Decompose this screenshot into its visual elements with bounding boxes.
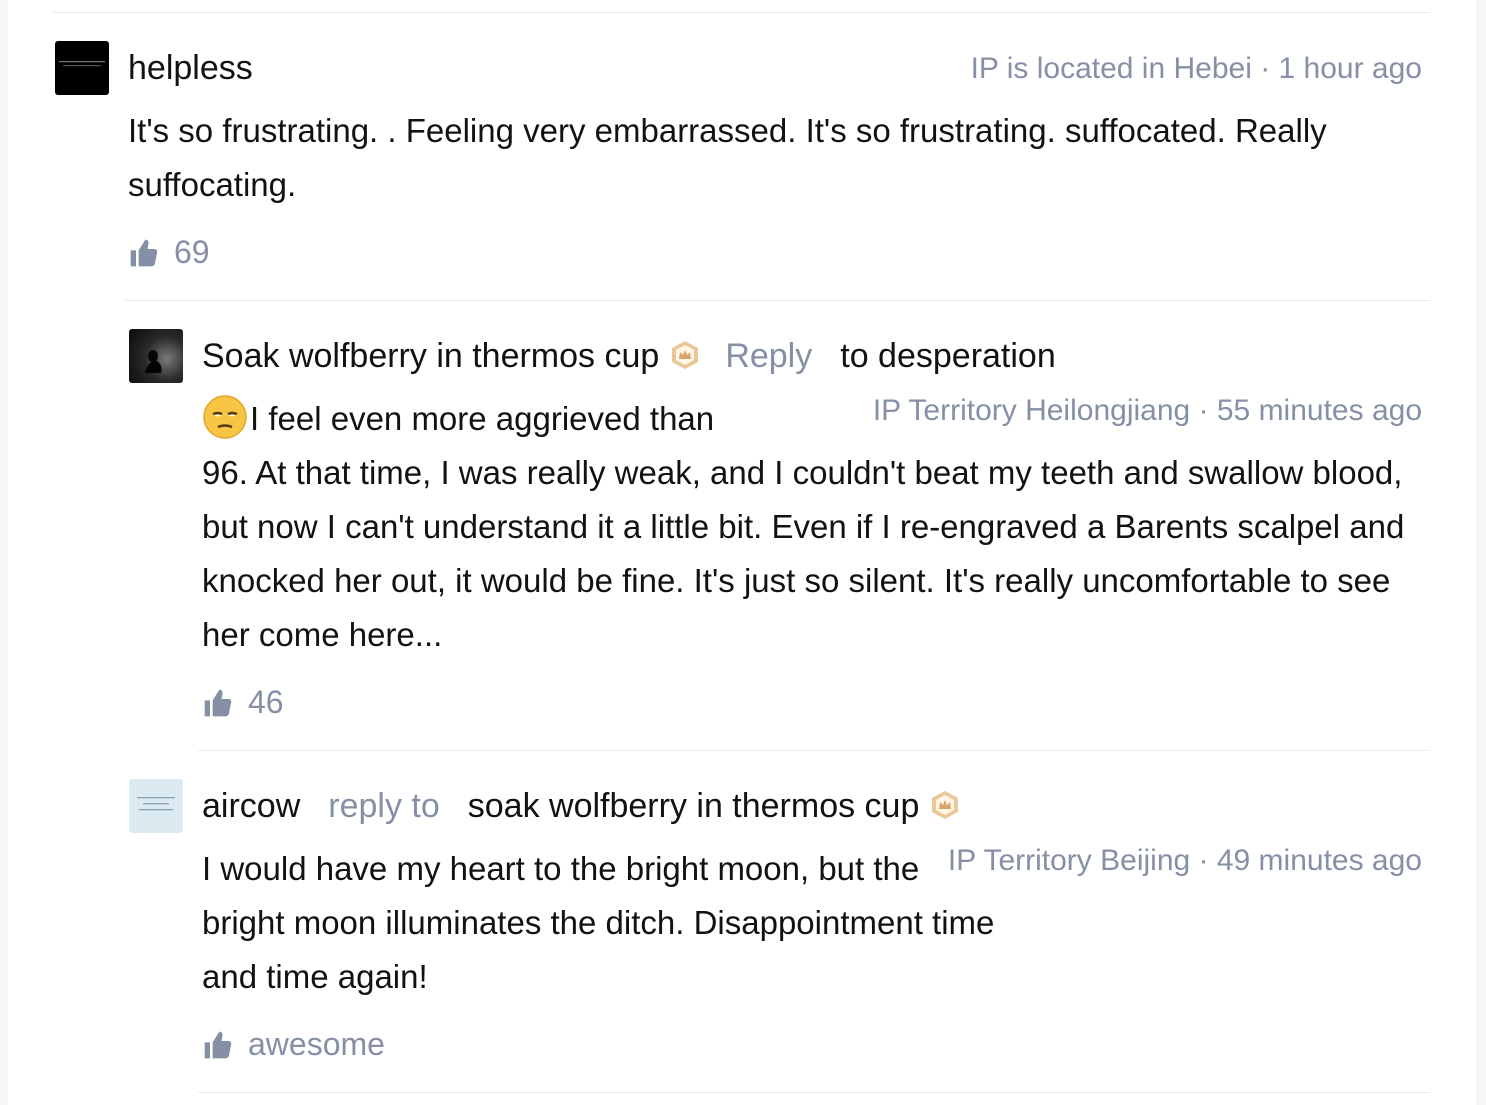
divider <box>198 750 1430 751</box>
comment-author[interactable]: aircow <box>202 787 300 825</box>
badge-icon <box>672 341 699 370</box>
comment-meta: IP is located in Hebei · 1 hour ago <box>970 52 1422 85</box>
reply-target[interactable]: to desperation <box>840 337 1056 375</box>
like-button[interactable]: 69 <box>128 234 210 271</box>
reply-word: reply to <box>328 787 440 825</box>
like-label: awesome <box>248 1026 385 1062</box>
reply-word: Reply <box>725 337 813 375</box>
like-count: 46 <box>248 684 284 720</box>
reply-header: aircow reply to soak wolfberry in thermos … <box>202 786 961 826</box>
thumbs-up-icon <box>130 239 158 266</box>
badge-icon <box>932 791 959 820</box>
top-divider <box>52 12 1430 13</box>
comment-text-first: I feel even more aggrieved than <box>250 400 715 437</box>
avatar-helpless[interactable] <box>55 41 109 95</box>
comment-author[interactable]: Soak wolfberry in thermos cup <box>202 337 659 375</box>
avatar-soak-wolfberry[interactable] <box>129 329 183 383</box>
comment-text: I would have my heart to the bright moon… <box>202 850 995 995</box>
comment-text: It's so frustrating. . Feeling very emba… <box>128 112 1327 203</box>
like-button[interactable]: awesome <box>202 1026 385 1063</box>
comment-text: I feel even more aggrieved than 96. At th… <box>202 392 1432 662</box>
sad-emoji <box>203 395 247 440</box>
comment-meta: IP Territory Beijing · 49 minutes ago <box>947 844 1422 877</box>
like-count: 69 <box>174 234 210 270</box>
comment-author[interactable]: helpless <box>128 48 253 88</box>
comment-text-rest: 96. At that time, I was really weak, and… <box>202 454 1405 653</box>
comment-panel: helpless IP is located in Hebei · 1 hour… <box>8 0 1476 1105</box>
reply-target[interactable]: soak wolfberry in thermos cup <box>468 787 920 825</box>
avatar-aircow[interactable] <box>129 779 183 833</box>
like-button[interactable]: 46 <box>202 684 284 721</box>
thumbs-up-icon <box>204 689 232 716</box>
divider <box>125 300 1430 301</box>
reply-header: Soak wolfberry in thermos cup Reply to des… <box>202 336 1056 376</box>
divider <box>198 1092 1430 1093</box>
thumbs-up-icon <box>204 1031 232 1058</box>
